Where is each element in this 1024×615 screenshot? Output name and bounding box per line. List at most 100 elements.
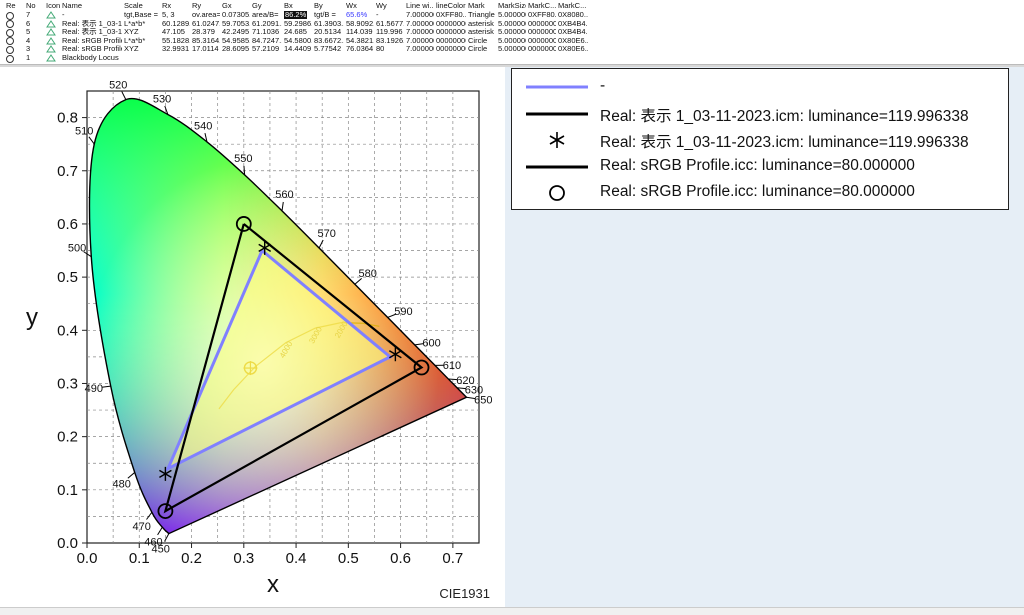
table-cell: asterisk [468, 20, 496, 29]
table-cell: 86.2% [284, 11, 312, 20]
table-cell: 71.1036 [252, 28, 282, 37]
table-cell: 0XFF80... [436, 11, 466, 20]
column-header[interactable]: By [314, 2, 344, 11]
column-header[interactable]: Gy [252, 2, 282, 11]
legend-symbol [522, 102, 592, 126]
table-row[interactable]: 5Real: 表示 1_03-11-...XYZ47.10528.37942.2… [0, 28, 1024, 37]
row-icon [46, 54, 58, 65]
table-cell: 17.0114 [192, 45, 220, 54]
legend-label: Real: 表示 1_03-11-2023.icm: luminance=119… [600, 130, 969, 152]
column-header[interactable]: Line wi... [406, 2, 434, 11]
x-tick-label: 0.5 [338, 550, 359, 567]
table-cell: 55.1828... [162, 37, 190, 46]
row-radio[interactable] [6, 20, 14, 28]
table-cell: 57.2109 [252, 45, 282, 54]
row-radio[interactable] [6, 55, 14, 63]
column-header[interactable]: Name [62, 2, 122, 11]
legend-label: Real: sRGB Profile.icc: luminance=80.000… [600, 157, 915, 175]
legend-symbol [522, 181, 592, 205]
table-row[interactable]: 1Blackbody Locus [0, 54, 1024, 63]
column-header[interactable]: Icon [46, 2, 60, 11]
y-tick-label: 0.4 [57, 322, 78, 339]
wavelength-label: 610 [443, 360, 461, 372]
table-cell: 5, 3 [162, 11, 190, 20]
table-cell: 0XB4B4... [558, 20, 588, 29]
table-cell: 83.1926... [376, 37, 404, 46]
x-tick-label: 0.6 [390, 550, 411, 567]
table-cell: L*a*b* [124, 20, 160, 29]
column-header[interactable]: MarkC... [558, 2, 588, 11]
table-cell: Triangle [468, 11, 496, 20]
wavelength-label: 590 [394, 306, 412, 318]
column-header[interactable]: Bx [284, 2, 312, 11]
table-cell: 00000000 [528, 28, 556, 37]
table-cell: 00000000 [436, 45, 466, 54]
column-header[interactable]: Re [6, 2, 24, 11]
column-header[interactable]: Mark [468, 2, 496, 11]
table-row[interactable]: 7-tgt,Base =5, 3ov.area=0.07305...area/B… [0, 11, 1024, 20]
legend-label: Real: 表示 1_03-11-2023.icm: luminance=119… [600, 104, 969, 126]
table-cell: 47.105 [162, 28, 190, 37]
legend-entry: Real: sRGB Profile.icc: luminance=80.000… [512, 155, 1008, 179]
table-cell: 00000000 [436, 20, 466, 29]
wavelength-label: 460 [144, 537, 162, 549]
table-cell: 6 [26, 20, 44, 29]
y-tick-label: 0.3 [57, 375, 78, 392]
table-cell: 7.000000 [406, 20, 434, 29]
legend: - Real: 表示 1_03-11-2023.icm: luminance=11… [511, 68, 1009, 210]
row-radio[interactable] [6, 37, 14, 45]
table-cell: 5.000000 [498, 11, 526, 20]
column-header[interactable]: Gx [222, 2, 250, 11]
column-header[interactable]: Ry [192, 2, 220, 11]
column-header[interactable]: MarkSize [498, 2, 526, 11]
wavelength-label: 550 [234, 153, 252, 165]
table-row[interactable]: 4Real: sRGB Profile.i...L*a*b*55.1828...… [0, 37, 1024, 46]
table-cell: 5.000000 [498, 45, 526, 54]
table-cell: 54.5800... [284, 37, 312, 46]
table-cell: 14.4409 [284, 45, 312, 54]
table-cell: 59.2986... [284, 20, 312, 29]
table-cell: 0X80E6... [558, 37, 588, 46]
column-header[interactable]: MarkC... [528, 2, 556, 11]
table-cell: 0.07305... [222, 11, 250, 20]
y-tick-label: 0.1 [57, 482, 78, 499]
table-cell: 00000000 [528, 20, 556, 29]
y-tick-label: 0.5 [57, 269, 78, 286]
table-cell: tgt,Base = [124, 11, 160, 20]
column-header[interactable]: No [26, 2, 44, 11]
table-row[interactable]: 6Real: 表示 1_03-11-...L*a*b*60.1289...61.… [0, 20, 1024, 29]
wavelength-label: 540 [194, 120, 212, 132]
table-row[interactable]: 3Real: sRGB Profile.i...XYZ32.993117.011… [0, 45, 1024, 54]
legend-entry: Real: 表示 1_03-11-2023.icm: luminance=119… [512, 128, 1008, 152]
column-header[interactable]: Scale [124, 2, 160, 11]
x-tick-label: 0.4 [286, 550, 307, 567]
table-cell: 24.685 [284, 28, 312, 37]
column-header[interactable]: Rx [162, 2, 190, 11]
legend-symbol [522, 75, 592, 99]
column-header[interactable]: Wx [346, 2, 374, 11]
table-cell: 0XB4B4... [558, 28, 588, 37]
table-cell: Real: 表示 1_03-11-... [62, 20, 122, 29]
column-header[interactable]: Wy [376, 2, 404, 11]
table-cell: Blackbody Locus [62, 54, 122, 63]
table-cell: 7.000000 [406, 11, 434, 20]
legend-label: - [600, 77, 605, 95]
table-cell: 3 [26, 45, 44, 54]
column-header[interactable]: lineColor [436, 2, 466, 11]
wavelength-label: 480 [113, 478, 131, 490]
row-radio[interactable] [6, 29, 14, 37]
table-cell: 00000000 [436, 28, 466, 37]
row-radio[interactable] [6, 12, 14, 20]
table-cell: - [62, 11, 122, 20]
table-cell: 80 [376, 45, 404, 54]
y-tick-label: 0.8 [57, 110, 78, 127]
table-cell: 60.1289... [162, 20, 190, 29]
table-cell: area/B= [252, 11, 282, 20]
table-cell: 42.2495 [222, 28, 250, 37]
table-cell: Real: 表示 1_03-11-... [62, 28, 122, 37]
table-cell: 00000000 [528, 45, 556, 54]
table-cell: Real: sRGB Profile.i... [62, 37, 122, 46]
wavelength-tick [244, 166, 245, 175]
table-cell: 119.996 [376, 28, 404, 37]
row-radio[interactable] [6, 46, 14, 54]
